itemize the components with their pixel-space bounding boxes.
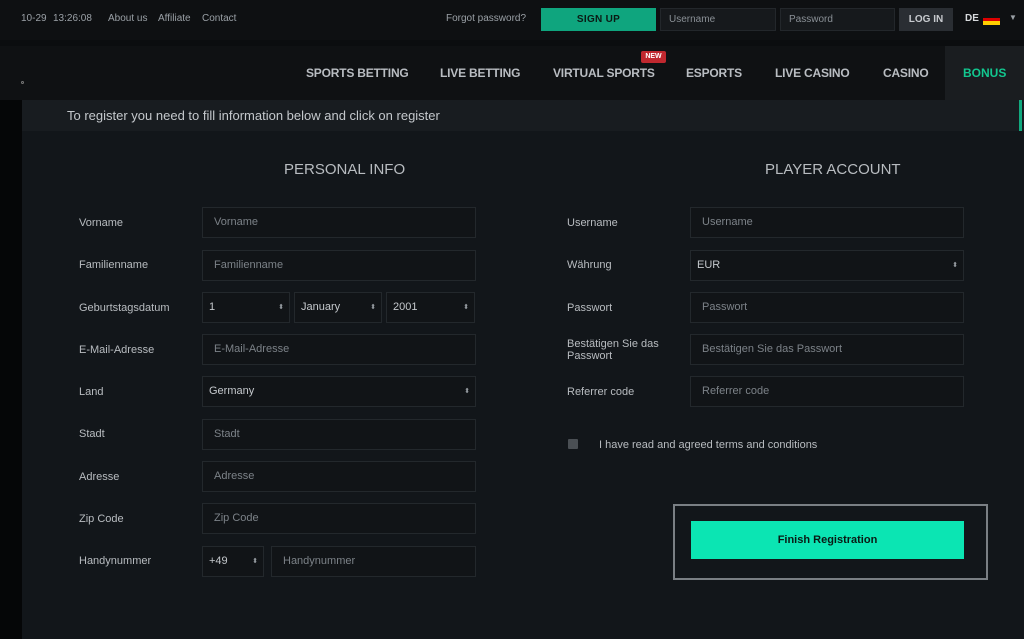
birthdate-label: Geburtstagsdatum <box>79 302 170 314</box>
first-name-field[interactable]: Vorname <box>202 207 476 238</box>
confirm-password-field[interactable]: Bestätigen Sie das Passwort <box>690 334 964 365</box>
sign-up-button[interactable]: SIGN UP <box>541 8 656 31</box>
date-text: 10-29 <box>21 13 47 24</box>
country-value: Germany <box>209 385 255 397</box>
forgot-password-link[interactable]: Forgot password? <box>446 13 526 24</box>
main-nav: SPORTS BETTING LIVE BETTING VIRTUAL SPOR… <box>0 46 1024 100</box>
nav-bonus[interactable]: BONUS <box>945 46 1024 100</box>
chevron-down-icon[interactable]: ▼ <box>1009 13 1017 22</box>
finish-registration-button[interactable]: Finish Registration <box>691 521 964 559</box>
select-arrows-icon: ⬍ <box>952 262 958 269</box>
player-account-title: PLAYER ACCOUNT <box>765 161 901 178</box>
username-input[interactable] <box>660 8 776 31</box>
password-label: Passwort <box>567 302 613 314</box>
nav-bonus-label: BONUS <box>963 66 1007 80</box>
select-arrows-icon: ⬍ <box>463 304 469 311</box>
phone-label: Handynummer <box>79 555 152 567</box>
terms-checkbox[interactable] <box>568 439 578 449</box>
country-label: Land <box>79 386 104 398</box>
phone-prefix-select[interactable]: +49 ⬍ <box>202 546 264 577</box>
password-input[interactable] <box>780 8 895 31</box>
contact-link[interactable]: Contact <box>202 13 236 24</box>
nav-virtual-sports[interactable]: VIRTUAL SPORTS <box>553 66 655 80</box>
country-select[interactable]: Germany ⬍ <box>202 376 476 407</box>
select-arrows-icon: ⬍ <box>464 388 470 395</box>
username-field[interactable]: Username <box>690 207 964 238</box>
nav-casino[interactable]: CASINO <box>883 66 929 80</box>
city-field[interactable]: Stadt <box>202 419 476 450</box>
top-bar: 10-29 13:26:08 About us Affiliate Contac… <box>0 0 1024 40</box>
registration-panel: To register you need to fill information… <box>22 100 1024 639</box>
nav-sports-betting[interactable]: SPORTS BETTING <box>306 66 409 80</box>
username-label: Username <box>567 217 618 229</box>
phone-prefix-value: +49 <box>209 555 228 567</box>
phone-field[interactable]: Handynummer <box>271 546 476 577</box>
referrer-field[interactable]: Referrer code <box>690 376 964 407</box>
address-label: Adresse <box>79 471 120 483</box>
confirm-label-line2: Passwort <box>567 350 613 362</box>
zip-field[interactable]: Zip Code <box>202 503 476 534</box>
birth-year-select[interactable]: 2001 ⬍ <box>386 292 475 323</box>
nav-live-betting[interactable]: LIVE BETTING <box>440 66 520 80</box>
birth-day-select[interactable]: 1 ⬍ <box>202 292 290 323</box>
info-banner: To register you need to fill information… <box>22 100 1024 131</box>
currency-label: Währung <box>567 259 612 271</box>
last-name-field[interactable]: Familienname <box>202 250 476 281</box>
first-name-label: Vorname <box>79 217 124 229</box>
email-label: E-Mail-Adresse <box>79 344 155 356</box>
banner-text: To register you need to fill information… <box>67 108 440 123</box>
referrer-label: Referrer code <box>567 386 635 398</box>
select-arrows-icon: ⬍ <box>252 558 258 565</box>
time-text: 13:26:08 <box>53 13 92 24</box>
language-code[interactable]: DE <box>965 13 979 24</box>
left-strip <box>0 100 22 639</box>
terms-label: I have read and agreed terms and conditi… <box>599 439 818 451</box>
birth-day-value: 1 <box>209 301 216 313</box>
last-name-label: Familienname <box>79 259 149 271</box>
logo-dot <box>21 81 24 84</box>
city-label: Stadt <box>79 428 105 440</box>
birth-month-select[interactable]: January ⬍ <box>294 292 382 323</box>
zip-label: Zip Code <box>79 513 124 525</box>
nav-esports[interactable]: ESPORTS <box>686 66 742 80</box>
affiliate-link[interactable]: Affiliate <box>158 13 191 24</box>
new-badge: NEW <box>641 51 666 63</box>
log-in-button[interactable]: LOG IN <box>899 8 953 31</box>
password-field[interactable]: Passwort <box>690 292 964 323</box>
birth-month-value: January <box>301 301 341 313</box>
banner-accent <box>1019 100 1022 131</box>
currency-select[interactable]: EUR ⬍ <box>690 250 964 281</box>
confirm-password-label: Bestätigen Sie das Passwort <box>567 338 659 362</box>
confirm-label-line1: Bestätigen Sie das <box>567 338 659 350</box>
address-field[interactable]: Adresse <box>202 461 476 492</box>
birth-year-value: 2001 <box>393 301 418 313</box>
currency-value: EUR <box>697 259 721 271</box>
nav-live-casino[interactable]: LIVE CASINO <box>775 66 850 80</box>
personal-info-title: PERSONAL INFO <box>284 161 406 178</box>
select-arrows-icon: ⬍ <box>370 304 376 311</box>
select-arrows-icon: ⬍ <box>278 304 284 311</box>
about-us-link[interactable]: About us <box>108 13 147 24</box>
email-field[interactable]: E-Mail-Adresse <box>202 334 476 365</box>
german-flag-icon[interactable] <box>983 14 1000 25</box>
